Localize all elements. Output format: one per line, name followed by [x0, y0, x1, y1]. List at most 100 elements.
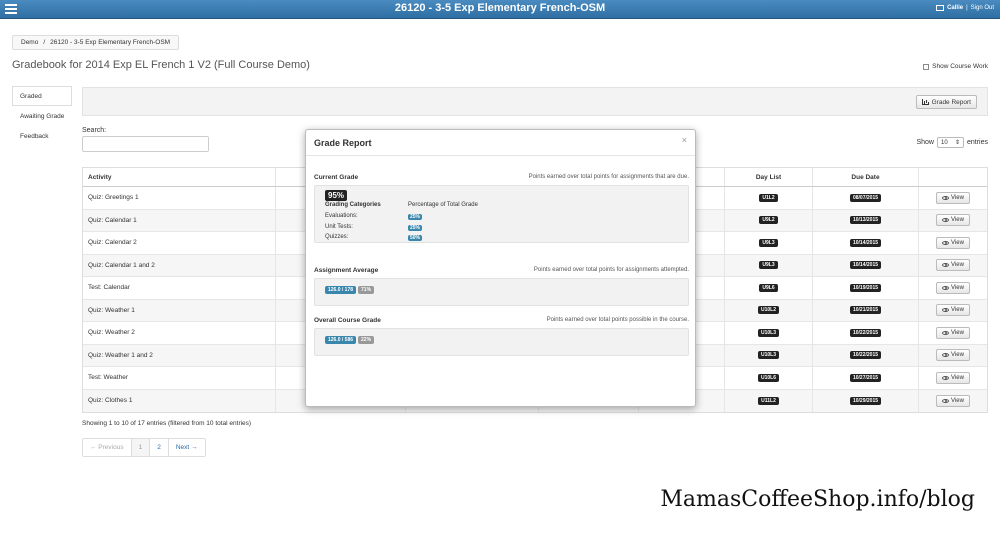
modal-header: Grade Report × [306, 130, 695, 156]
due-date-cell: 10/22/2015 [813, 322, 919, 344]
modal-title: Grade Report [314, 138, 372, 148]
grade-report-modal: Grade Report × Current Grade Points earn… [305, 129, 696, 407]
side-tabs: Graded Awaiting Grade Feedback [12, 86, 72, 146]
search-input[interactable] [82, 136, 209, 152]
header-action [919, 168, 987, 186]
close-icon[interactable]: × [682, 135, 687, 145]
view-label: View [951, 194, 964, 201]
current-grade-section: Current Grade Points earned over total p… [314, 172, 689, 243]
action-cell: View [919, 232, 987, 254]
breadcrumb-demo[interactable]: Demo [21, 39, 38, 46]
header-due-date[interactable]: Due Date [813, 168, 919, 186]
day-list-cell: U10L2 [725, 299, 813, 321]
assignment-average-title: Assignment Average [314, 266, 379, 274]
sign-out-link[interactable]: Sign Out [971, 5, 994, 11]
view-button[interactable]: View [936, 191, 970, 204]
view-button[interactable]: View [936, 214, 970, 227]
view-label: View [951, 397, 964, 404]
due-date-badge: 10/22/2015 [849, 328, 882, 337]
entries-value: 10 [940, 139, 948, 146]
day-list-cell: U9L3 [725, 232, 813, 254]
entries-select[interactable]: 10 ⇕ [936, 137, 964, 148]
assignment-average-percent: 71% [358, 286, 375, 294]
prev-page-button[interactable]: ← Previous [83, 439, 132, 456]
view-button[interactable]: View [936, 236, 970, 249]
due-date-cell: 10/27/2015 [813, 367, 919, 389]
header-day-list[interactable]: Day List [725, 168, 813, 186]
view-label: View [951, 262, 964, 269]
activity-cell: Quiz: Weather 1 and 2 [83, 344, 276, 366]
page-2-button[interactable]: 2 [150, 439, 169, 456]
action-cell: View [919, 187, 987, 209]
grade-report-button[interactable]: Grade Report [915, 95, 977, 109]
tab-feedback[interactable]: Feedback [12, 126, 72, 146]
eye-icon [942, 285, 950, 290]
view-label: View [951, 374, 964, 381]
view-button[interactable]: View [936, 371, 970, 384]
day-list-cell: U10L3 [725, 322, 813, 344]
view-button[interactable]: View [936, 394, 970, 407]
day-badge: U1L2 [759, 193, 778, 202]
due-date-cell: 08/07/2015 [813, 187, 919, 209]
assignment-average-desc: Points earned over total points for assi… [533, 267, 689, 273]
view-label: View [951, 239, 964, 246]
pagination: ← Previous 1 2 Next → [82, 438, 206, 457]
category-quizzes-pct: 50% [408, 235, 423, 241]
overall-grade-desc: Points earned over total points possible… [546, 317, 689, 323]
view-label: View [951, 284, 964, 291]
due-date-cell: 10/29/2015 [813, 389, 919, 412]
view-button[interactable]: View [936, 259, 970, 272]
breadcrumb: Demo / 26120 - 3-5 Exp Elementary French… [12, 35, 180, 50]
header-activity[interactable]: Activity [83, 168, 276, 186]
select-arrows-icon: ⇕ [954, 140, 960, 146]
next-page-button[interactable]: Next → [169, 439, 205, 456]
due-date-badge: 10/14/2015 [849, 238, 882, 247]
day-list-cell: U1L2 [725, 187, 813, 209]
tab-awaiting-grade[interactable]: Awaiting Grade [12, 106, 72, 126]
activity-cell: Quiz: Calendar 1 [83, 209, 276, 231]
tab-graded[interactable]: Graded [12, 86, 72, 106]
user-area: Callie | Sign Out [936, 5, 994, 11]
category-quizzes: Quizzes: [325, 234, 349, 240]
view-label: View [951, 329, 964, 336]
show-course-work[interactable]: Show Course Work [923, 63, 988, 70]
due-date-cell: 10/22/2015 [813, 344, 919, 366]
eye-icon [942, 308, 950, 313]
view-button[interactable]: View [936, 349, 970, 362]
divider: | [966, 5, 968, 11]
day-list-cell: U11L2 [725, 389, 813, 412]
user-name[interactable]: Callie [947, 5, 963, 11]
show-course-work-checkbox[interactable] [923, 63, 930, 70]
breadcrumb-course[interactable]: 26120 - 3-5 Exp Elementary French-OSM [50, 39, 170, 46]
category-evaluations-pct: 25% [408, 214, 423, 220]
action-cell: View [919, 277, 987, 299]
day-badge: U9L3 [759, 261, 778, 270]
activity-cell: Quiz: Greetings 1 [83, 187, 276, 209]
assignment-average-well: 126.0 / 178 71% [314, 278, 689, 306]
eye-icon [942, 195, 950, 200]
action-cell: View [919, 210, 987, 232]
activity-cell: Test: Weather [83, 367, 276, 389]
view-button[interactable]: View [936, 281, 970, 294]
view-button[interactable]: View [936, 326, 970, 339]
due-date-badge: 10/13/2015 [849, 216, 882, 225]
action-cell: View [919, 322, 987, 344]
view-button[interactable]: View [936, 304, 970, 317]
day-badge: U10L2 [757, 306, 779, 315]
view-label: View [951, 352, 964, 359]
page-1-button[interactable]: 1 [131, 439, 151, 456]
activity-cell: Quiz: Calendar 1 and 2 [83, 254, 276, 276]
day-badge: U10L3 [757, 351, 779, 360]
category-evaluations: Evaluations: [325, 213, 358, 219]
search-label: Search: [82, 127, 107, 134]
show-entries-prefix: Show [916, 139, 934, 146]
action-cell: View [919, 345, 987, 367]
due-date-cell: 10/19/2015 [813, 277, 919, 299]
watermark: MamasCoffeeShop.info/blog [660, 487, 975, 512]
due-date-badge: 10/19/2015 [849, 283, 882, 292]
day-list-cell: U10L6 [725, 367, 813, 389]
show-entries: Show 10 ⇕ entries [916, 137, 988, 148]
mail-icon[interactable] [936, 5, 945, 11]
eye-icon [942, 375, 950, 380]
current-grade-value: 95% [325, 190, 348, 201]
